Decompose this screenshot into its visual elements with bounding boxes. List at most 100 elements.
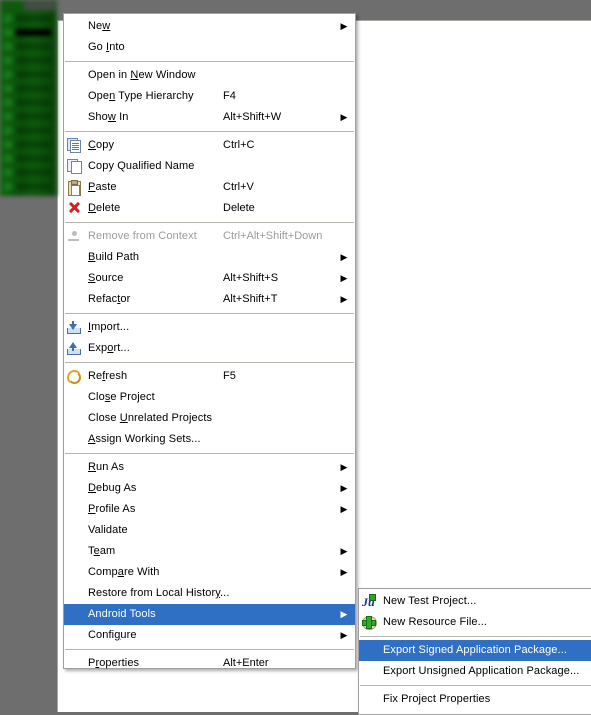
no-icon: [64, 16, 86, 37]
no-icon: [64, 541, 86, 562]
menu-item-close-unrelated-projects[interactable]: Close Unrelated Projects: [64, 408, 355, 429]
menu-separator: [65, 313, 354, 314]
new-resource-file-icon-glyph: [362, 615, 377, 630]
menu-item-close-project[interactable]: Close Project: [64, 387, 355, 408]
menu-item-export[interactable]: Export...: [64, 338, 355, 359]
menu-item-assign-working-sets[interactable]: Assign Working Sets...: [64, 429, 355, 450]
menu-item-validate[interactable]: Validate: [64, 520, 355, 541]
menu-item-label: Open in New Window: [88, 69, 196, 81]
explorer-row[interactable]: [2, 110, 55, 124]
explorer-row[interactable]: [2, 82, 55, 96]
junit-icon-glyph: Ju: [362, 594, 376, 609]
menu-item-new-resource-file[interactable]: New Resource File...: [359, 612, 591, 633]
menu-item-label: Import...: [88, 321, 130, 333]
submenu-arrow-icon: ▶: [340, 567, 348, 577]
menu-item-properties[interactable]: Properties Alt+Enter: [64, 653, 355, 674]
menu-item-copy[interactable]: Copy Ctrl+C: [64, 135, 355, 156]
menu-item-fix-project-properties[interactable]: Fix Project Properties: [359, 689, 591, 710]
menu-separator: [65, 453, 354, 454]
menu-item-accelerator: Delete: [223, 202, 255, 214]
menu-separator: [65, 649, 354, 650]
menu-item-label: Export Signed Application Package...: [383, 644, 567, 656]
explorer-row[interactable]: [2, 40, 55, 54]
no-icon: [64, 247, 86, 268]
paste-icon: [64, 177, 86, 198]
no-icon: [64, 408, 86, 429]
refresh-icon-glyph: [67, 370, 82, 385]
android-tools-submenu[interactable]: Ju New Test Project... New Resource File..…: [358, 588, 591, 715]
menu-item-label: Show In: [88, 111, 129, 123]
menu-item-paste[interactable]: Paste Ctrl+V: [64, 177, 355, 198]
submenu-arrow-icon: ▶: [340, 273, 348, 283]
menu-item-label: Remove from Context: [88, 230, 197, 242]
no-icon: [64, 107, 86, 128]
submenu-arrow-icon: ▶: [340, 462, 348, 472]
explorer-row[interactable]: [2, 138, 55, 152]
menu-item-refactor[interactable]: Refactor Alt+Shift+T ▶: [64, 289, 355, 310]
package-explorer-panel[interactable]: [0, 0, 57, 196]
menu-item-label: Paste: [88, 181, 117, 193]
menu-item-new[interactable]: New ▶: [64, 16, 355, 37]
explorer-row[interactable]: [2, 96, 55, 110]
no-icon: [64, 562, 86, 583]
delete-icon-glyph: [68, 201, 81, 214]
explorer-row[interactable]: [2, 180, 55, 194]
menu-item-android-tools[interactable]: Android Tools ▶: [64, 604, 355, 625]
menu-item-run-as[interactable]: Run As ▶: [64, 457, 355, 478]
menu-item-build-path[interactable]: Build Path ▶: [64, 247, 355, 268]
menu-item-team[interactable]: Team ▶: [64, 541, 355, 562]
import-icon-glyph: [67, 321, 81, 334]
explorer-row[interactable]: [2, 26, 55, 40]
menu-item-accelerator: F5: [223, 370, 236, 382]
menu-item-open-in-new-window[interactable]: Open in New Window: [64, 65, 355, 86]
remove-from-context-icon-glyph: [68, 231, 79, 241]
menu-item-label: New Resource File...: [383, 616, 488, 628]
menu-item-refresh[interactable]: Refresh F5: [64, 366, 355, 387]
menu-item-label: Close Project: [88, 391, 155, 403]
menu-separator: [65, 222, 354, 223]
menu-item-compare-with[interactable]: Compare With ▶: [64, 562, 355, 583]
menu-item-copy-qualified-name[interactable]: Copy Qualified Name: [64, 156, 355, 177]
menu-item-profile-as[interactable]: Profile As ▶: [64, 499, 355, 520]
menu-item-label: Validate: [88, 524, 128, 536]
menu-item-show-in[interactable]: Show In Alt+Shift+W ▶: [64, 107, 355, 128]
menu-item-label: New Test Project...: [383, 595, 477, 607]
project-context-menu[interactable]: New ▶ Go Into Open in New Window Open Type H…: [63, 13, 356, 669]
submenu-arrow-icon: ▶: [340, 546, 348, 556]
menu-item-label: Restore from Local History...: [88, 587, 230, 599]
menu-item-export-signed-application-package[interactable]: Export Signed Application Package...: [359, 640, 591, 661]
no-icon: [64, 429, 86, 450]
menu-item-source[interactable]: Source Alt+Shift+S ▶: [64, 268, 355, 289]
menu-item-delete[interactable]: Delete Delete: [64, 198, 355, 219]
explorer-row[interactable]: [2, 124, 55, 138]
menu-item-label: Close Unrelated Projects: [88, 412, 213, 424]
menu-item-go-into[interactable]: Go Into: [64, 37, 355, 58]
menu-item-remove-from-context: Remove from Context Ctrl+Alt+Shift+Down: [64, 226, 355, 247]
menu-item-label: Copy: [88, 139, 115, 151]
explorer-titlebar: [24, 1, 56, 10]
no-icon: [64, 289, 86, 310]
explorer-row[interactable]: [2, 152, 55, 166]
explorer-row[interactable]: [2, 12, 55, 26]
menu-item-restore-from-local-history[interactable]: Restore from Local History...: [64, 583, 355, 604]
explorer-row[interactable]: [2, 68, 55, 82]
menu-item-import[interactable]: Import...: [64, 317, 355, 338]
no-icon: [64, 604, 86, 625]
no-icon: [64, 387, 86, 408]
menu-item-debug-as[interactable]: Debug As ▶: [64, 478, 355, 499]
explorer-row[interactable]: [2, 54, 55, 68]
menu-item-export-unsigned-application-package[interactable]: Export Unsigned Application Package...: [359, 661, 591, 682]
menu-item-accelerator: Ctrl+C: [223, 139, 255, 151]
menu-item-label: Export...: [88, 342, 130, 354]
menu-item-open-type-hierarchy[interactable]: Open Type Hierarchy F4: [64, 86, 355, 107]
menu-item-accelerator: Alt+Shift+S: [223, 272, 279, 284]
menu-item-accelerator: Alt+Shift+T: [223, 293, 278, 305]
explorer-row[interactable]: [2, 194, 55, 196]
menu-item-label: Assign Working Sets...: [88, 433, 201, 445]
menu-item-new-test-project[interactable]: Ju New Test Project...: [359, 591, 591, 612]
no-icon: [64, 37, 86, 58]
menu-item-label: Team: [88, 545, 116, 557]
explorer-row[interactable]: [2, 166, 55, 180]
menu-item-configure[interactable]: Configure ▶: [64, 625, 355, 646]
submenu-arrow-icon: ▶: [340, 21, 348, 31]
